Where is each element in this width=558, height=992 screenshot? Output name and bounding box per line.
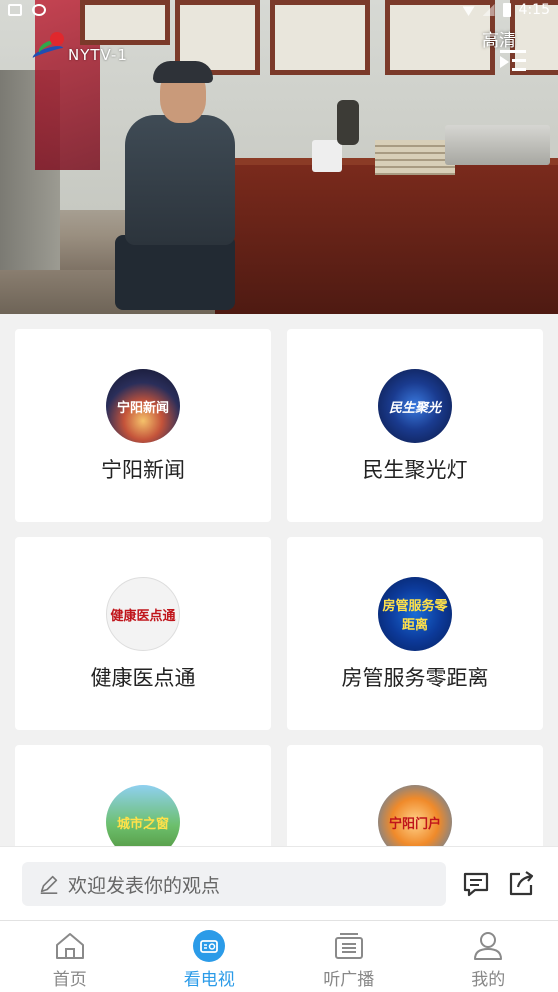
- playlist-icon[interactable]: [500, 50, 526, 72]
- video-scene-radio: [445, 125, 550, 165]
- home-icon: [55, 933, 84, 959]
- battery-icon: [502, 3, 511, 17]
- status-bar: 4:15: [0, 0, 558, 24]
- program-thumbnail: 宁阳新闻: [106, 369, 180, 443]
- pencil-icon: [40, 875, 58, 894]
- program-grid: 宁阳新闻 宁阳新闻 民生聚光 民生聚光灯 健康医点通 健康医点通 房管服务零距离…: [15, 329, 544, 846]
- wifi-icon: [462, 6, 475, 16]
- tab-label: 看电视: [183, 970, 235, 990]
- video-scene-lamp: [337, 100, 359, 145]
- notification-icon: [32, 4, 46, 16]
- tab-label: 我的: [471, 970, 506, 990]
- comment-icon[interactable]: [461, 869, 491, 899]
- video-player[interactable]: 4:15 NYTV-1 高清: [0, 0, 558, 314]
- tab-label: 听广播: [323, 970, 375, 990]
- program-thumbnail: 城市之窗: [106, 785, 180, 846]
- user-icon: [474, 932, 503, 960]
- program-card[interactable]: 城市之窗: [15, 745, 271, 846]
- program-card[interactable]: 房管服务零距离 房管服务零距离: [287, 537, 543, 730]
- status-time: 4:15: [518, 2, 550, 18]
- program-thumbnail: 健康医点通: [106, 577, 180, 651]
- program-thumbnail: 房管服务零距离: [378, 577, 452, 651]
- tab-home[interactable]: 首页: [0, 921, 140, 992]
- program-thumbnail: 民生聚光: [378, 369, 452, 443]
- program-card[interactable]: 宁阳门户: [287, 745, 543, 846]
- comment-input[interactable]: 欢迎发表你的观点: [22, 862, 446, 906]
- tab-tv[interactable]: 看电视: [140, 921, 280, 992]
- program-card[interactable]: 民生聚光 民生聚光灯: [287, 329, 543, 522]
- program-card[interactable]: 健康医点通 健康医点通: [15, 537, 271, 730]
- channel-logo: NYTV-1: [31, 30, 128, 64]
- video-scene-desk: [215, 165, 558, 314]
- program-title: 健康医点通: [90, 666, 196, 690]
- gallery-notification-icon: [8, 4, 22, 16]
- video-scene-person: [115, 61, 255, 310]
- program-title: 民生聚光灯: [362, 458, 468, 482]
- share-icon[interactable]: [506, 869, 536, 899]
- tab-label: 首页: [52, 970, 87, 990]
- program-card[interactable]: 宁阳新闻 宁阳新闻: [15, 329, 271, 522]
- channel-logo-icon: [31, 30, 70, 64]
- program-title: 宁阳新闻: [101, 458, 185, 482]
- bottom-tab-bar: 首页 看电视 听广播 我的: [0, 920, 558, 992]
- quality-selector[interactable]: 高清: [482, 26, 516, 51]
- tab-radio[interactable]: 听广播: [279, 921, 419, 992]
- channel-logo-text: NYTV-1: [68, 46, 128, 64]
- signal-icon: [482, 4, 495, 16]
- comment-placeholder: 欢迎发表你的观点: [68, 874, 221, 897]
- program-title: 房管服务零距离: [341, 666, 489, 690]
- radio-icon: [334, 933, 363, 959]
- video-scene-mug: [312, 140, 342, 172]
- video-scene-papers: [375, 140, 455, 175]
- comment-bar: 欢迎发表你的观点: [0, 846, 558, 920]
- program-thumbnail: 宁阳门户: [378, 785, 452, 846]
- tab-me[interactable]: 我的: [419, 921, 558, 992]
- tv-icon: [193, 930, 226, 962]
